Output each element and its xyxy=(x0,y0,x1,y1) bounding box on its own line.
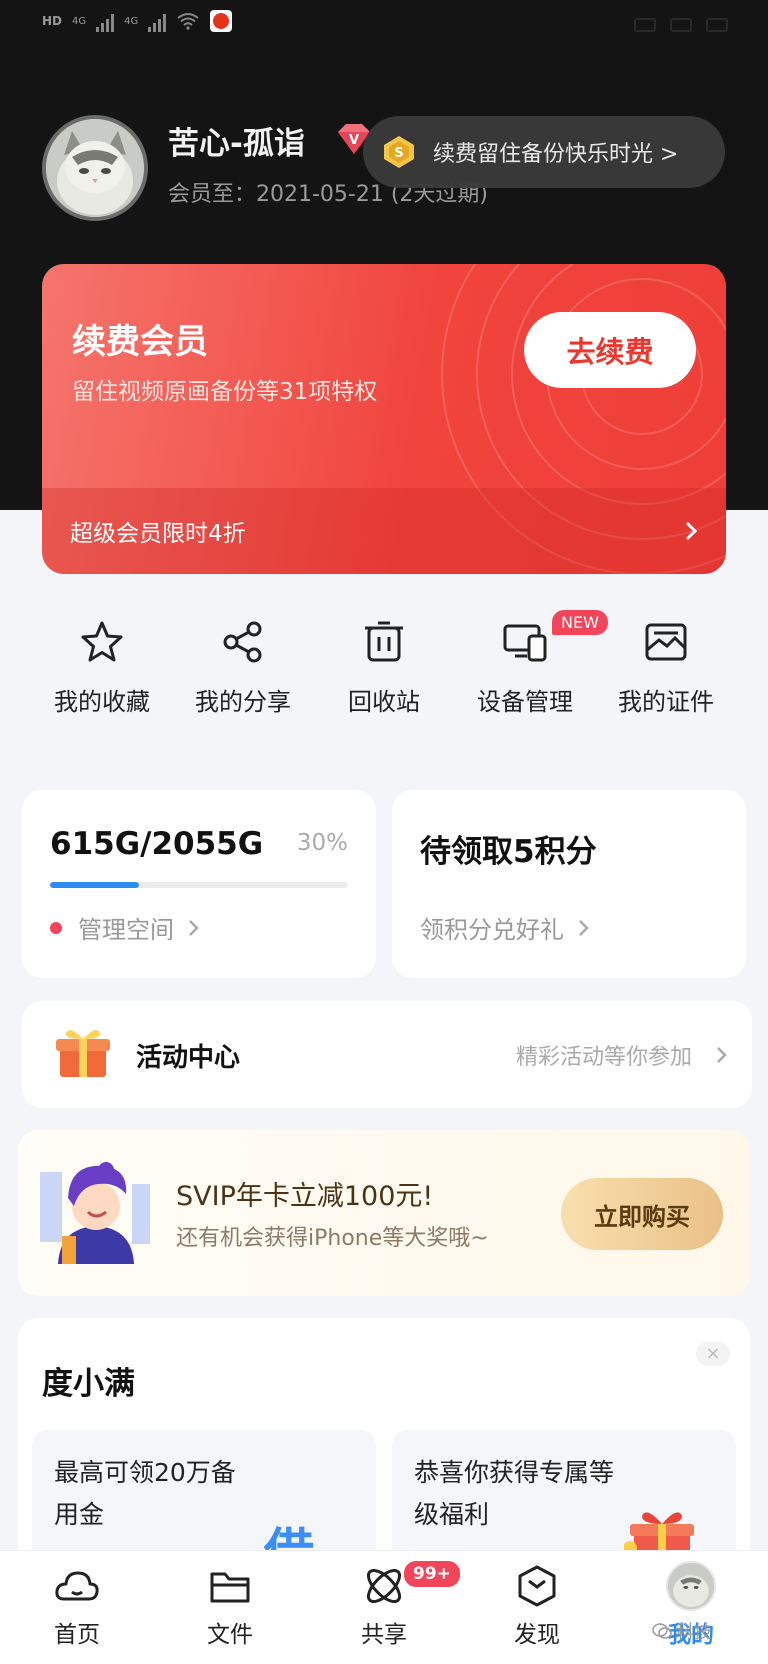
level-benefit-text: 恭喜你获得专属等级福利 xyxy=(414,1458,615,1529)
action-recycle-bin[interactable]: 回收站 xyxy=(309,618,459,717)
signal-icon xyxy=(706,18,728,32)
points-redeem-label: 领积分兑好礼 xyxy=(420,916,564,944)
cube-icon xyxy=(518,1565,556,1607)
nav-label: 发现 xyxy=(514,1622,560,1648)
storage-percent: 30% xyxy=(296,830,348,856)
action-label: 我的分享 xyxy=(195,688,291,716)
storage-progress-fill xyxy=(50,882,140,888)
activity-center-row[interactable]: 活动中心 精彩活动等你参加 xyxy=(22,1001,752,1108)
nav-home[interactable]: 首页 xyxy=(22,1561,132,1649)
cat-avatar-icon xyxy=(46,119,144,217)
wechat-icon xyxy=(652,1623,672,1639)
svip-promo-banner[interactable]: SVIP年卡立减100元! 还有机会获得iPhone等大奖哦~ 立即购买 xyxy=(18,1130,750,1296)
trash-icon xyxy=(365,621,403,662)
watermark-text: 科技 xyxy=(676,1622,712,1643)
hd-label: HD xyxy=(42,14,63,28)
storage-card[interactable]: 615G/2055G 30% 管理空间 xyxy=(22,790,376,978)
renew-tip-bubble[interactable]: S 续费留住备份快乐时光 > xyxy=(363,116,725,188)
storage-usage: 615G/2055G xyxy=(50,826,264,862)
nav-files[interactable]: 文件 xyxy=(175,1561,285,1649)
battery-icon xyxy=(634,18,656,32)
buy-now-button[interactable]: 立即购买 xyxy=(561,1178,723,1250)
action-my-documents[interactable]: 我的证件 xyxy=(591,618,741,717)
alert-dot-icon xyxy=(50,921,62,934)
nav-label: 共享 xyxy=(361,1622,407,1648)
chevron-right-icon xyxy=(189,919,199,936)
action-label: 我的收藏 xyxy=(54,688,150,716)
star-icon xyxy=(81,621,123,662)
nav-label: 文件 xyxy=(207,1622,253,1648)
action-shares[interactable]: 我的分享 xyxy=(168,618,318,717)
nav-discover[interactable]: 发现 xyxy=(482,1561,592,1649)
svip-promo-row[interactable]: 超级会员限时4折 xyxy=(42,488,726,574)
svip-promo-text: 超级会员限时4折 xyxy=(70,521,246,547)
points-redeem-link[interactable]: 领积分兑好礼 xyxy=(420,910,590,945)
renew-title: 续费会员 xyxy=(72,322,208,362)
new-badge: NEW xyxy=(552,610,608,635)
manage-space-label: 管理空间 xyxy=(78,916,174,944)
id-card-icon xyxy=(645,623,687,661)
svip-banner-title: SVIP年卡立减100元! xyxy=(176,1181,434,1212)
loan-offer-text: 最高可领20万备用金 xyxy=(54,1458,236,1529)
signal-icon xyxy=(148,10,167,32)
action-favorites[interactable]: 我的收藏 xyxy=(27,618,177,717)
chevron-right-icon xyxy=(685,521,698,541)
action-label: 设备管理 xyxy=(477,688,573,716)
du-xiaoman-title: 度小满 xyxy=(42,1366,135,1402)
cat-avatar-icon xyxy=(668,1563,714,1609)
share-icon xyxy=(223,621,262,663)
action-label: 回收站 xyxy=(348,688,420,716)
nav-label: 首页 xyxy=(54,1622,100,1648)
username[interactable]: 苦心-孤诣 xyxy=(168,118,305,163)
chevron-right-icon xyxy=(579,919,589,936)
wifi-icon xyxy=(177,13,199,30)
avatar xyxy=(666,1561,716,1611)
renew-membership-card[interactable]: 续费会员 留住视频原画备份等31项特权 去续费 超级会员限时4折 xyxy=(42,264,726,574)
activity-subtitle-text: 精彩活动等你参加 xyxy=(515,1045,692,1070)
activity-subtitle: 精彩活动等你参加 xyxy=(516,1039,728,1071)
action-label: 我的证件 xyxy=(618,688,714,716)
renew-subtitle: 留住视频原画备份等31项特权 xyxy=(72,379,378,405)
renew-button[interactable]: 去续费 xyxy=(524,312,696,388)
sim2-label: 4G xyxy=(124,15,139,27)
bottom-nav: 首页 文件 共享 发现 我的 xyxy=(0,1550,768,1664)
coin-icon: S xyxy=(384,136,414,168)
cloud-icon xyxy=(55,1571,99,1601)
folder-icon xyxy=(210,1572,250,1603)
points-title: 待领取5积分 xyxy=(420,834,597,870)
profile-avatar[interactable] xyxy=(42,115,148,221)
notification-app-icon xyxy=(210,10,233,32)
activity-title: 活动中心 xyxy=(136,1043,241,1073)
watermark: 科技 xyxy=(652,1618,712,1644)
storage-progress-bar xyxy=(50,882,348,888)
vip-badge-label: V xyxy=(349,133,359,148)
sim1-label: 4G xyxy=(72,15,87,27)
points-card[interactable]: 待领取5积分 领积分兑好礼 xyxy=(392,790,746,978)
svip-banner-subtitle: 还有机会获得iPhone等大奖哦~ xyxy=(176,1226,489,1251)
share-count-badge: 99+ xyxy=(402,1559,462,1589)
manage-space-link[interactable]: 管理空间 xyxy=(50,910,200,945)
status-bar: HD 4G 4G xyxy=(0,0,768,56)
svg-text:S: S xyxy=(394,146,403,161)
close-icon[interactable]: × xyxy=(696,1342,730,1366)
gift-icon xyxy=(56,1030,110,1077)
chevron-right-icon xyxy=(717,1047,727,1063)
signal-icon xyxy=(96,10,115,32)
renew-tip-text: 续费留住备份快乐时光 > xyxy=(433,142,679,167)
devices-icon xyxy=(503,624,547,662)
quick-actions: 我的收藏 我的分享 回收站 设备管理 我的证件 xyxy=(0,618,768,738)
mascot-illustration xyxy=(40,1162,150,1264)
clock-icon xyxy=(670,18,692,32)
